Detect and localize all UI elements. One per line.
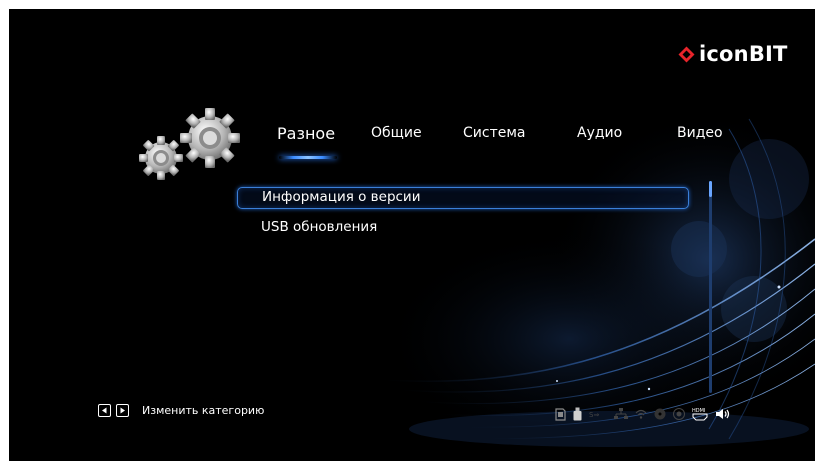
- brand-name: iconBIT: [699, 42, 788, 66]
- settings-screen: iconBIT Разное Общие Система Аудио Видео…: [9, 9, 815, 461]
- sd-card-icon: [555, 407, 566, 421]
- scrollbar[interactable]: [709, 181, 712, 393]
- settings-gears-icon: [139, 108, 240, 180]
- screen-frame: iconBIT Разное Общие Система Аудио Видео…: [0, 0, 823, 470]
- sata-icon: S⇒: [589, 410, 607, 418]
- power-icon: [673, 408, 685, 420]
- menu-item-version-info[interactable]: Информация о версии: [237, 187, 689, 209]
- svg-text:S⇒: S⇒: [589, 411, 599, 418]
- network-icon: [614, 408, 628, 420]
- tab-video[interactable]: Видео: [677, 125, 723, 141]
- active-tab-indicator: [279, 156, 337, 159]
- svg-text:HDMI: HDMI: [692, 408, 705, 414]
- diamond-logo-icon: [678, 46, 695, 62]
- usb-drive-icon: [573, 407, 582, 421]
- disc-icon: [654, 408, 666, 420]
- hdmi-icon: HDMI: [692, 407, 708, 421]
- tab-raznoe[interactable]: Разное: [277, 124, 335, 143]
- tab-audio[interactable]: Аудио: [577, 125, 622, 141]
- brand-logo: iconBIT: [678, 42, 788, 66]
- left-arrow-key-icon: [98, 404, 111, 417]
- navigation-hint: Изменить категорию: [98, 404, 264, 417]
- scrollbar-thumb[interactable]: [709, 181, 712, 197]
- volume-icon: [715, 408, 732, 420]
- right-arrow-key-icon: [116, 404, 129, 417]
- wifi-icon: [635, 409, 647, 419]
- status-bar: S⇒ HDMI: [555, 407, 739, 421]
- hint-text: Изменить категорию: [142, 404, 265, 417]
- tab-obshchie[interactable]: Общие: [371, 125, 422, 141]
- category-tabs: Разное Общие Система Аудио Видео: [277, 124, 737, 165]
- menu-item-usb-update[interactable]: USB обновления: [237, 216, 689, 238]
- tab-sistema[interactable]: Система: [463, 125, 525, 141]
